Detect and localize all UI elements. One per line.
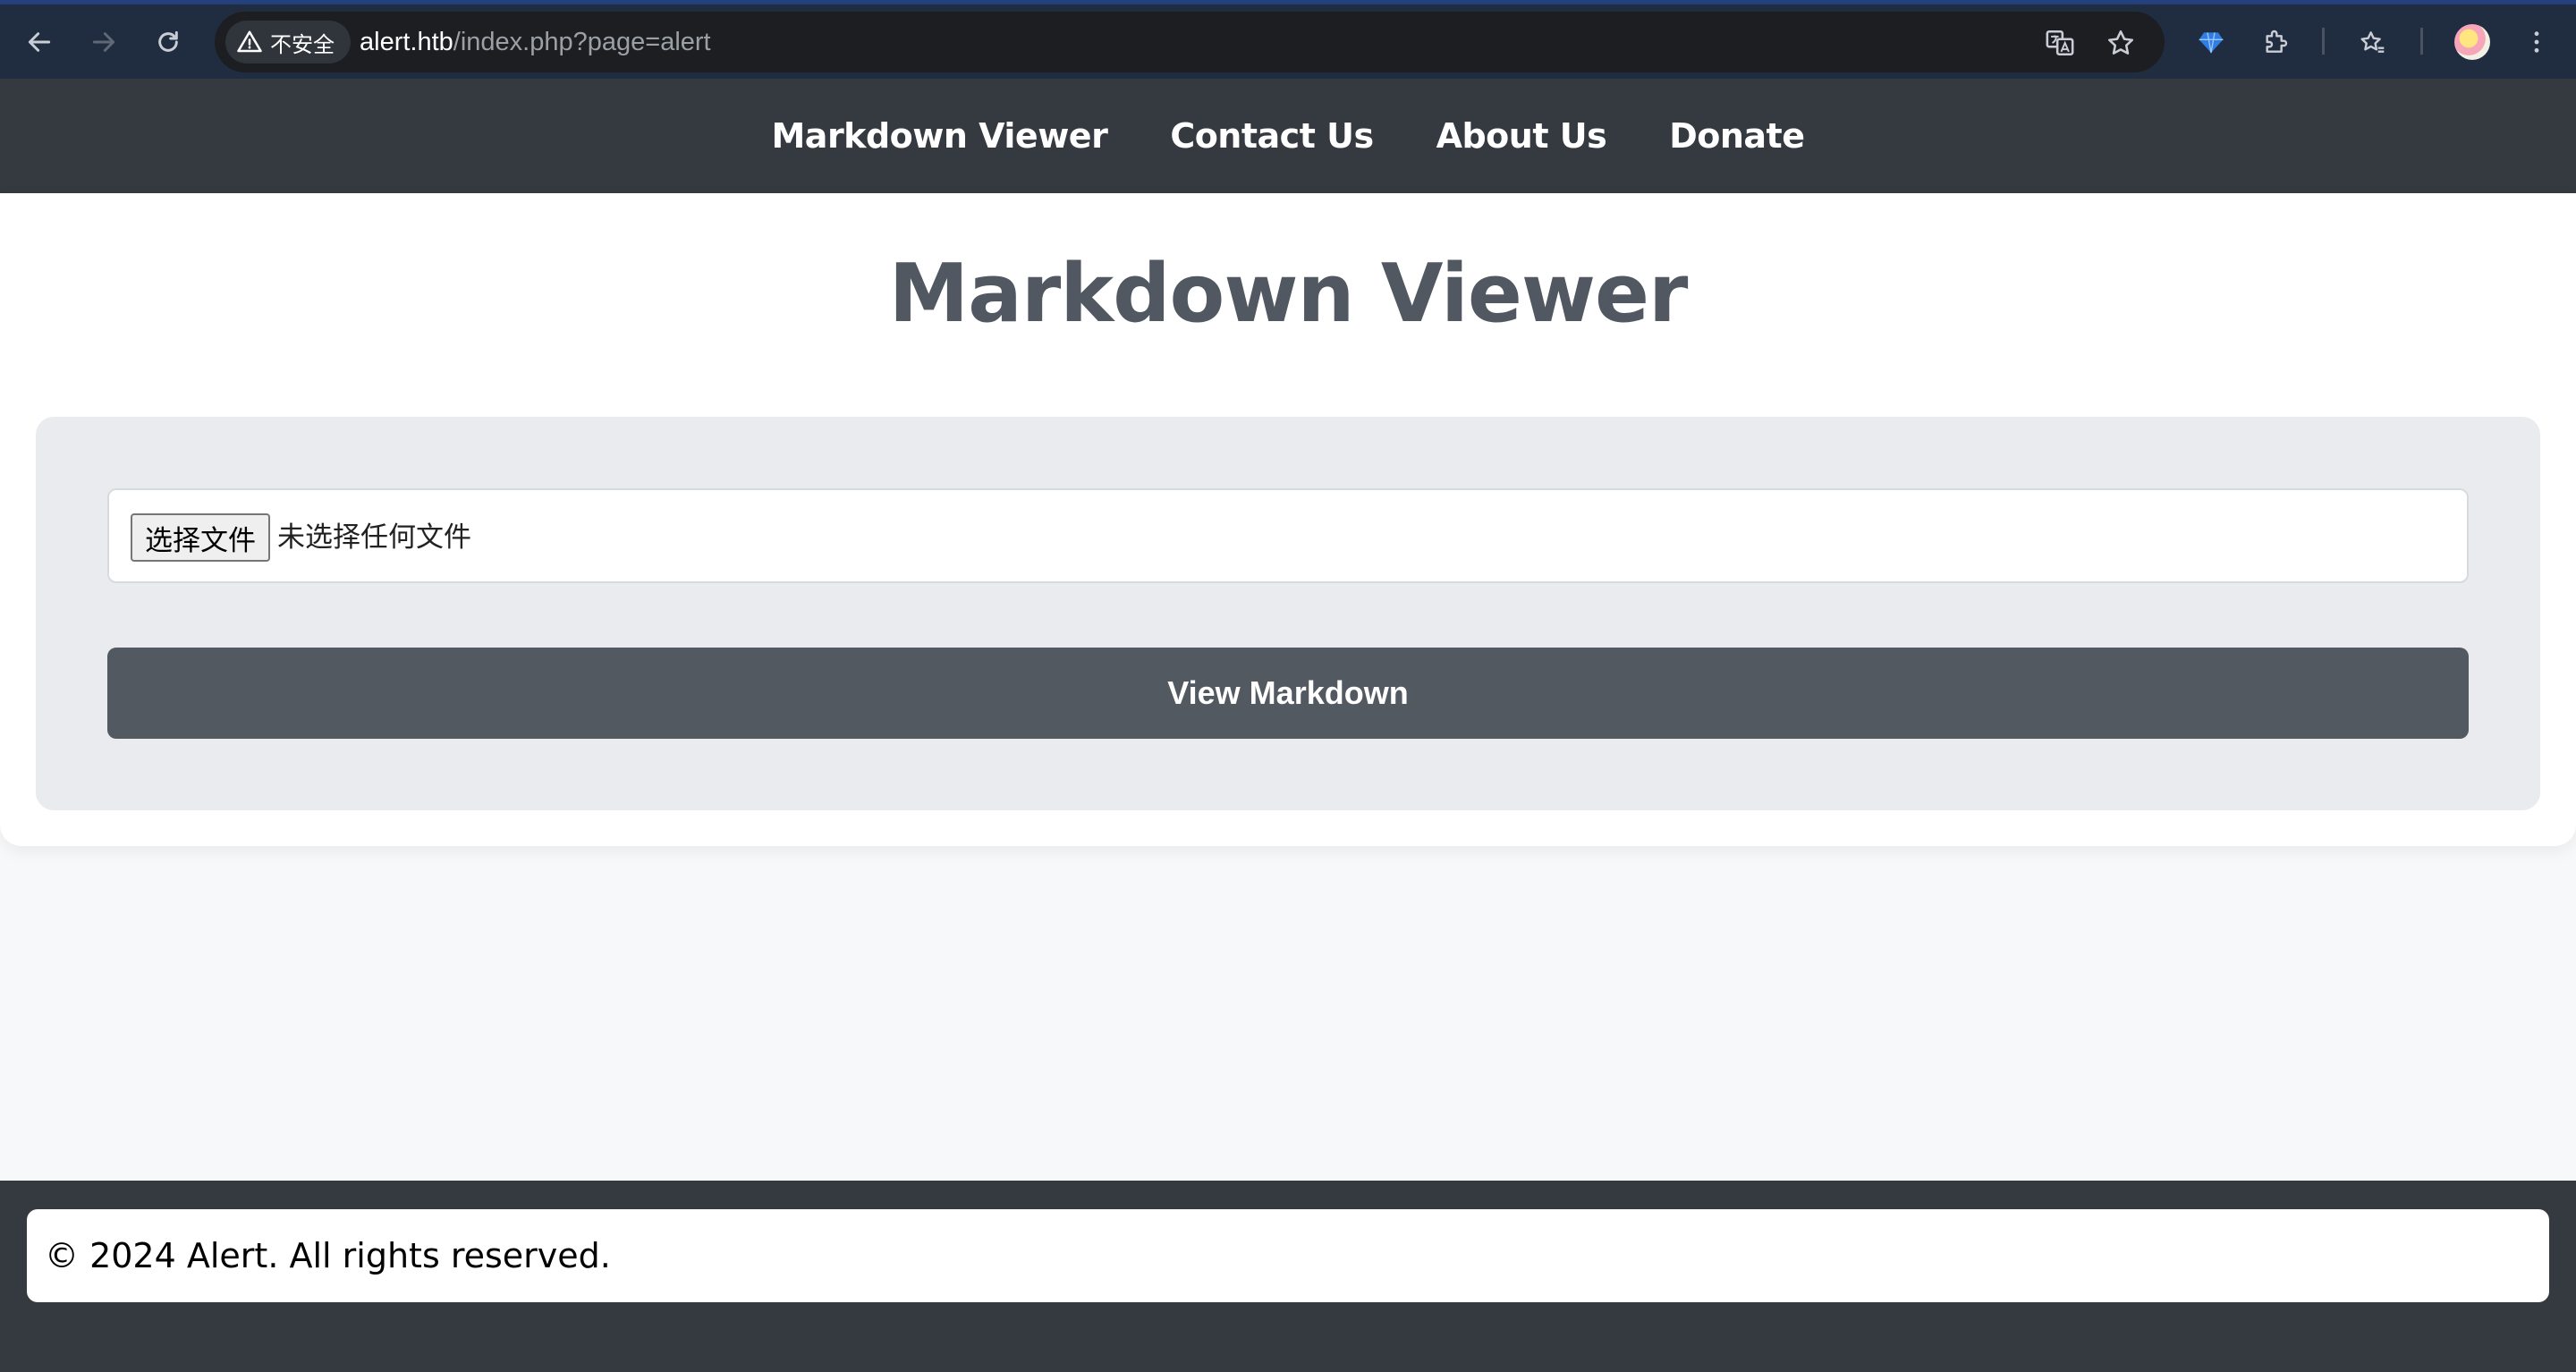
view-markdown-button[interactable]: View Markdown (107, 648, 2469, 739)
security-label: 不安全 (270, 31, 335, 57)
toolbar-divider (2420, 28, 2423, 55)
puzzle-extensions-icon[interactable] (2258, 24, 2293, 60)
gem-extension-icon[interactable] (2193, 24, 2229, 60)
upload-form: 选择文件 未选择任何文件 View Markdown (36, 417, 2540, 810)
warning-icon (237, 30, 262, 53)
reload-icon[interactable] (150, 24, 186, 60)
back-arrow-icon[interactable] (21, 24, 57, 60)
url-path: /index.php?page=alert (453, 28, 711, 56)
address-bar[interactable]: 不安全 alert.htb/index.php?page=alert (215, 12, 2165, 72)
choose-file-button[interactable]: 选择文件 (131, 513, 270, 562)
bookmark-star-icon[interactable] (2106, 28, 2136, 58)
page-title: Markdown Viewer (888, 247, 1689, 341)
reading-list-icon[interactable] (2354, 24, 2390, 60)
footer-copyright: © 2024 Alert. All rights reserved. (45, 1236, 611, 1275)
forward-arrow-icon[interactable] (86, 24, 122, 60)
nav-about-us[interactable]: About Us (1436, 116, 1607, 156)
main-container: Markdown Viewer 选择文件 未选择任何文件 View Markdo… (0, 193, 2576, 846)
site-nav: Markdown Viewer Contact Us About Us Dona… (0, 79, 2576, 193)
nav-contact-us[interactable]: Contact Us (1170, 116, 1374, 156)
nav-donate[interactable]: Donate (1669, 116, 1805, 156)
security-chip[interactable]: 不安全 (225, 21, 351, 64)
nav-markdown-viewer[interactable]: Markdown Viewer (771, 116, 1107, 156)
file-input[interactable]: 选择文件 未选择任何文件 (107, 488, 2469, 583)
translate-icon[interactable] (2045, 28, 2075, 58)
file-status: 未选择任何文件 (277, 521, 471, 554)
toolbar-divider (2322, 28, 2325, 55)
footer-box: © 2024 Alert. All rights reserved. (27, 1209, 2549, 1302)
avatar[interactable] (2454, 24, 2490, 60)
browser-toolbar: 不安全 alert.htb/index.php?page=alert (0, 0, 2576, 79)
url-host: alert.htb (360, 28, 453, 56)
footer: © 2024 Alert. All rights reserved. (0, 1181, 2576, 1372)
more-vert-icon[interactable] (2519, 24, 2555, 60)
url-text[interactable]: alert.htb/index.php?page=alert (360, 12, 711, 72)
